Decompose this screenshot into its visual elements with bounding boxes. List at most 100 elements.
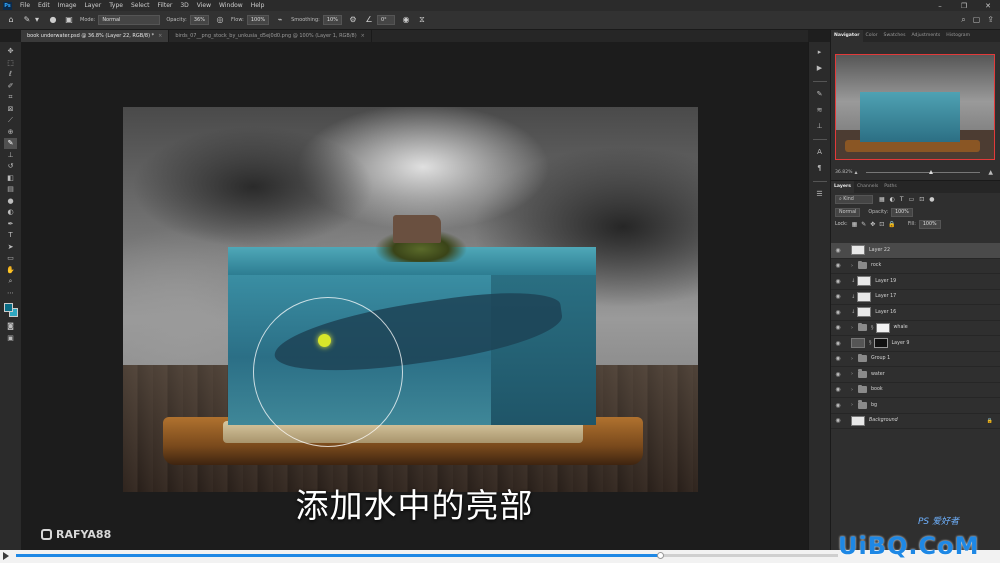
- layer-row[interactable]: ◉ § Layer 9: [831, 336, 1000, 352]
- zoom-slider-handle[interactable]: [928, 169, 933, 174]
- zoom-slider[interactable]: [865, 169, 981, 174]
- lock-position-icon[interactable]: ✥: [870, 221, 875, 228]
- brush-preset-icon[interactable]: ✎: [22, 15, 32, 25]
- screen-mode-icon[interactable]: ▣: [4, 333, 17, 344]
- filter-smart-object-icon[interactable]: ⊡: [919, 196, 924, 203]
- zoom-in-icon[interactable]: ▲: [988, 169, 993, 176]
- mode-select[interactable]: Normal: [98, 15, 161, 25]
- eye-icon[interactable]: ◉: [831, 262, 845, 269]
- group-row[interactable]: ◉ › § whale: [831, 321, 1000, 336]
- chevron-down-icon[interactable]: ▾: [32, 15, 42, 25]
- foreground-color-swatch[interactable]: [3, 303, 13, 312]
- eye-icon[interactable]: ◉: [831, 355, 845, 362]
- canvas-area[interactable]: 添加水中的亮部 RAFYA88: [21, 42, 808, 550]
- type-tool-icon[interactable]: T: [4, 230, 17, 241]
- marquee-tool-icon[interactable]: ⬚: [4, 58, 17, 69]
- filter-toggle-icon[interactable]: ●: [929, 196, 934, 203]
- menu-3d[interactable]: 3D: [176, 2, 192, 9]
- clone-stamp-tool-icon[interactable]: ⊥: [4, 150, 17, 161]
- chevron-right-icon[interactable]: ›: [851, 263, 858, 269]
- eye-icon[interactable]: ◉: [831, 417, 845, 424]
- layer-mask-thumbnail[interactable]: [875, 322, 890, 333]
- tab-birds[interactable]: birds_07__png_stock_by_unkusia_d5ej0d0.p…: [169, 30, 372, 42]
- workspace-icon[interactable]: ▢: [973, 15, 981, 25]
- gear-icon[interactable]: ⚙: [348, 15, 358, 25]
- menu-window[interactable]: Window: [215, 2, 247, 9]
- menu-file[interactable]: File: [16, 2, 34, 9]
- flow-field[interactable]: 100%: [246, 15, 270, 25]
- tab-swatches[interactable]: Swatches: [881, 30, 909, 42]
- blend-mode-select[interactable]: Normal: [835, 207, 861, 217]
- hand-tool-icon[interactable]: ✋: [4, 265, 17, 276]
- layer-fill-field[interactable]: 100%: [918, 219, 941, 229]
- pressure-opacity-icon[interactable]: ◎: [215, 15, 225, 25]
- menu-image[interactable]: Image: [54, 2, 81, 9]
- crop-tool-icon[interactable]: ⌗: [4, 92, 17, 103]
- properties-panel-icon[interactable]: ☰: [814, 188, 826, 200]
- move-tool-icon[interactable]: ✥: [4, 46, 17, 57]
- search-icon[interactable]: ⌕: [961, 15, 965, 25]
- group-row[interactable]: ◉ › book: [831, 383, 1000, 398]
- quick-select-tool-icon[interactable]: ✐: [4, 81, 17, 92]
- brush-panel-icon[interactable]: ✎: [814, 88, 826, 100]
- group-row[interactable]: ◉ › Group 1: [831, 352, 1000, 367]
- tab-channels[interactable]: Channels: [854, 181, 881, 193]
- paragraph-panel-icon[interactable]: ¶: [814, 162, 826, 174]
- chevron-right-icon[interactable]: ›: [851, 356, 858, 362]
- lock-all-icon[interactable]: 🔒: [888, 221, 895, 228]
- document-canvas[interactable]: [123, 107, 698, 492]
- close-icon[interactable]: ×: [361, 33, 365, 39]
- eyedropper-tool-icon[interactable]: ⟋: [4, 115, 17, 126]
- eye-icon[interactable]: ◉: [831, 309, 845, 316]
- zoom-out-icon[interactable]: ▴: [855, 169, 858, 176]
- smoothing-field[interactable]: 10%: [322, 15, 342, 25]
- zoom-value[interactable]: 36.82%: [835, 170, 853, 175]
- history-brush-tool-icon[interactable]: ↺: [4, 161, 17, 172]
- filter-shape-icon[interactable]: ▭: [909, 196, 915, 203]
- filter-kind-select[interactable]: ⌕ Kind: [835, 195, 873, 204]
- eye-icon[interactable]: ◉: [831, 324, 845, 331]
- menu-type[interactable]: Type: [105, 2, 127, 9]
- menu-select[interactable]: Select: [127, 2, 154, 9]
- brush-tool-icon[interactable]: ✎: [4, 138, 17, 149]
- close-button[interactable]: ✕: [976, 2, 1000, 10]
- eye-icon[interactable]: ◉: [831, 340, 845, 347]
- eraser-tool-icon[interactable]: ◧: [4, 173, 17, 184]
- gradient-tool-icon[interactable]: ▤: [4, 184, 17, 195]
- blur-tool-icon[interactable]: ●: [4, 196, 17, 207]
- menu-help[interactable]: Help: [247, 2, 269, 9]
- tab-color[interactable]: Color: [863, 30, 881, 42]
- filter-adjustment-icon[interactable]: ◐: [890, 196, 895, 203]
- tab-navigator[interactable]: Navigator: [831, 30, 863, 42]
- clone-source-panel-icon[interactable]: ⊥: [814, 120, 826, 132]
- navigator-view-box[interactable]: [835, 54, 995, 160]
- tab-adjustments[interactable]: Adjustments: [908, 30, 943, 42]
- background-layer-row[interactable]: ◉ Background 🔒: [831, 414, 1000, 429]
- lock-transparent-icon[interactable]: ▦: [852, 221, 858, 228]
- more-tools-icon[interactable]: ⋯: [4, 288, 17, 299]
- chevron-right-icon[interactable]: ›: [851, 325, 858, 331]
- eye-icon[interactable]: ◉: [831, 371, 845, 378]
- dodge-tool-icon[interactable]: ◐: [4, 207, 17, 218]
- chevron-right-icon[interactable]: ›: [851, 387, 858, 393]
- character-panel-icon[interactable]: A: [814, 146, 826, 158]
- actions-panel-icon[interactable]: ▶: [814, 62, 826, 74]
- quick-mask-icon[interactable]: ◙: [4, 321, 17, 332]
- maximize-button[interactable]: ❐: [952, 2, 976, 10]
- tab-histogram[interactable]: Histogram: [943, 30, 973, 42]
- minimize-button[interactable]: –: [928, 2, 952, 10]
- frame-tool-icon[interactable]: ⊠: [4, 104, 17, 115]
- brush-settings-icon[interactable]: ▣: [64, 15, 74, 25]
- healing-tool-icon[interactable]: ⊕: [4, 127, 17, 138]
- menu-layer[interactable]: Layer: [80, 2, 105, 9]
- layer-row[interactable]: ◉ ↓ Layer 17: [831, 290, 1000, 305]
- eye-icon[interactable]: ◉: [831, 293, 845, 300]
- eye-icon[interactable]: ◉: [831, 278, 845, 285]
- group-row[interactable]: ◉ › bg: [831, 398, 1000, 414]
- chevron-right-icon[interactable]: ›: [851, 402, 858, 408]
- lock-artboard-icon[interactable]: ⊡: [879, 221, 884, 228]
- path-select-tool-icon[interactable]: ➤: [4, 242, 17, 253]
- play-icon[interactable]: [3, 552, 9, 560]
- progress-handle[interactable]: [657, 552, 665, 559]
- filter-pixel-icon[interactable]: ▦: [879, 196, 885, 203]
